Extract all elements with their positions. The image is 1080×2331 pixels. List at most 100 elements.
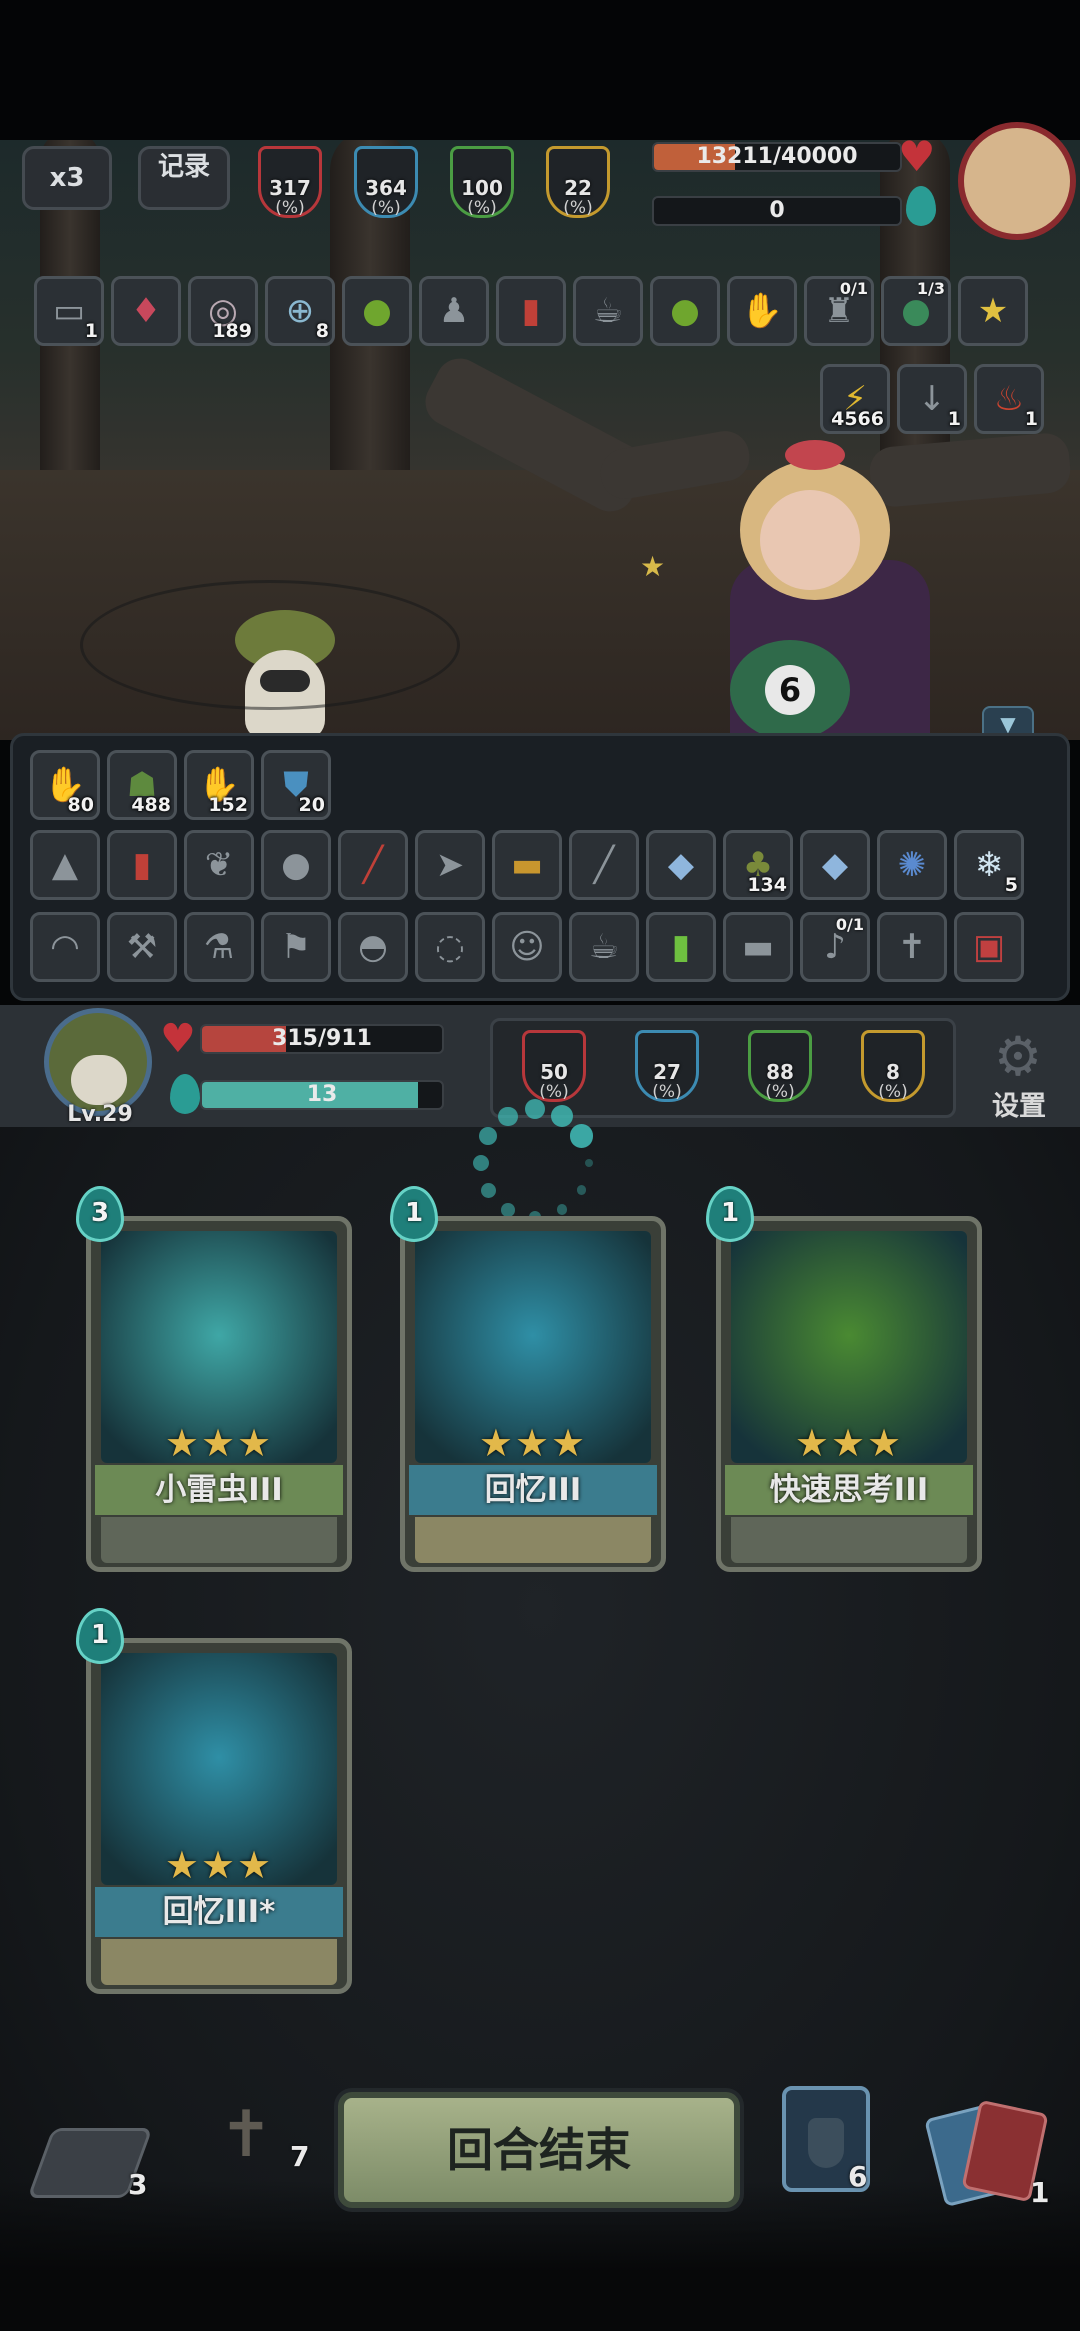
red-book-item[interactable]: ▣ xyxy=(954,912,1024,982)
cross-item[interactable]: ✝ xyxy=(877,912,947,982)
top-black-bar xyxy=(0,0,1080,140)
ice-crystal-icon: ◆ xyxy=(667,845,695,885)
stat-value: 317 xyxy=(269,176,311,200)
swirl-item[interactable]: ◌ xyxy=(415,912,485,982)
down-arrow-item[interactable]: ↓ 1 xyxy=(897,364,967,434)
log-button-label: 记录 xyxy=(157,152,210,182)
player-level: Lv.29 xyxy=(67,1102,133,1127)
teacup-item[interactable]: ☕ xyxy=(569,912,639,982)
axe-item[interactable]: ⚒ xyxy=(107,912,177,982)
billiard-ball-item[interactable]: ● 1/3 xyxy=(881,276,951,346)
stat-unit: (%) xyxy=(878,1082,908,1102)
firecracker-icon: ▮ xyxy=(132,845,152,885)
helmet-item[interactable]: ◓ xyxy=(338,912,408,982)
hand-card[interactable]: ★★★ 小雷虫III xyxy=(86,1216,352,1572)
spiral-item[interactable]: ◎ 189 xyxy=(188,276,258,346)
cards-item[interactable]: ▭ 1 xyxy=(34,276,104,346)
target-item[interactable]: ⊕ 8 xyxy=(265,276,335,346)
red-stick-item[interactable]: ╱ xyxy=(338,830,408,900)
lightning-item[interactable]: ⚡ 4566 xyxy=(820,364,890,434)
doll-item[interactable]: ☺ xyxy=(492,912,562,982)
swamp-item[interactable]: ♣ 134 xyxy=(723,830,793,900)
spinner-dot xyxy=(480,1182,496,1198)
figure-item[interactable]: ♟ xyxy=(419,276,489,346)
item-count: 5 xyxy=(1004,874,1018,896)
wings-icon: ❦ xyxy=(204,845,234,885)
bomb-item[interactable]: ● xyxy=(261,830,331,900)
item-count: 488 xyxy=(131,794,171,816)
end-turn-button[interactable]: 回合结束 xyxy=(338,2092,740,2208)
spinner-dot xyxy=(479,1127,498,1145)
grave-icon[interactable]: ✝ xyxy=(196,2098,296,2188)
gear-icon[interactable]: ⚙ xyxy=(982,1030,1054,1084)
speed-stat[interactable]: 8 (%) xyxy=(857,1030,929,1108)
figure-icon: ♟ xyxy=(438,291,470,331)
card-cost-badge: 1 xyxy=(706,1186,754,1242)
ice-gem-icon: ◆ xyxy=(821,845,849,885)
player-avatar[interactable] xyxy=(44,1008,152,1116)
enemy-witch-sprite[interactable]: 6 xyxy=(690,440,950,740)
snowflake-item[interactable]: ❄ 5 xyxy=(954,830,1024,900)
rice-ball-item[interactable]: ▲ xyxy=(30,830,100,900)
mystery-stat[interactable]: 27 (%) xyxy=(631,1030,703,1108)
star-item[interactable]: ★ xyxy=(958,276,1028,346)
ice-crystal-item[interactable]: ◆ xyxy=(646,830,716,900)
flame-drop-item[interactable]: ♨ 1 xyxy=(974,364,1044,434)
glove-icon: ✋ xyxy=(740,291,784,331)
spinner-dot xyxy=(570,1124,594,1148)
green-orb-item[interactable]: ● xyxy=(342,276,412,346)
green-slime-item[interactable]: ● xyxy=(650,276,720,346)
speed-stat[interactable]: 22 (%) xyxy=(542,146,614,224)
dark-hand-item[interactable]: ✋ 80 xyxy=(30,750,100,820)
log-button[interactable]: 记录 xyxy=(138,146,230,210)
defense-stat[interactable]: 100 (%) xyxy=(446,146,518,224)
item-count: 1 xyxy=(1024,408,1038,430)
card-type-bar xyxy=(101,1517,337,1563)
purple-hand-item[interactable]: ✋ 152 xyxy=(184,750,254,820)
firecracker-item[interactable]: ▮ xyxy=(496,276,566,346)
battle-scene: 6 ★ ▼ xyxy=(0,140,1080,740)
spinner-dot xyxy=(556,1204,568,1216)
runner-item[interactable]: ⚑ xyxy=(261,912,331,982)
storm-item[interactable]: ✺ xyxy=(877,830,947,900)
attack-stat[interactable]: 50 (%) xyxy=(518,1030,590,1108)
defense-stat[interactable]: 88 (%) xyxy=(744,1030,816,1108)
teacup-item[interactable]: ☕ xyxy=(573,276,643,346)
firecracker-icon: ▮ xyxy=(521,291,541,331)
enemy-mana-text: 0 xyxy=(769,198,785,223)
speed-button[interactable]: x3 xyxy=(22,146,112,210)
ice-gem-item[interactable]: ◆ xyxy=(800,830,870,900)
lantern-item[interactable]: ♜ 0/1 xyxy=(804,276,874,346)
card-cost-badge: 3 xyxy=(76,1186,124,1242)
bomb-icon: ● xyxy=(281,845,311,885)
hand-card[interactable]: ★★★ 回忆III xyxy=(400,1216,666,1572)
firecracker-item[interactable]: ▮ xyxy=(107,830,177,900)
crystal-heart-item[interactable]: ♦ xyxy=(111,276,181,346)
hand-card[interactable]: ★★★ 回忆III* xyxy=(86,1638,352,1994)
green-potion-item[interactable]: ▮ xyxy=(646,912,716,982)
storm-icon: ✺ xyxy=(897,845,927,885)
bone-item[interactable]: ╱ xyxy=(569,830,639,900)
spinner-dot xyxy=(585,1159,593,1167)
axe-icon: ⚒ xyxy=(126,927,158,967)
green-ghost-item[interactable]: ☗ 488 xyxy=(107,750,177,820)
wreath-item[interactable]: ◠ xyxy=(30,912,100,982)
rattle-item[interactable]: ♪ 0/1 xyxy=(800,912,870,982)
wings-item[interactable]: ❦ xyxy=(184,830,254,900)
log-item[interactable]: ▬ xyxy=(723,912,793,982)
enemy-portrait-avatar[interactable] xyxy=(958,122,1076,240)
fish-item[interactable]: ➤ xyxy=(415,830,485,900)
hand-card[interactable]: ★★★ 快速思考III xyxy=(716,1216,982,1572)
mystery-stat[interactable]: 364 (%) xyxy=(350,146,422,224)
bread-item[interactable]: ▬ xyxy=(492,830,562,900)
green-potion-icon: ▮ xyxy=(671,927,691,967)
attack-stat[interactable]: 317 (%) xyxy=(254,146,326,224)
spinner-dot xyxy=(498,1106,518,1126)
card-name: 回忆III xyxy=(409,1465,657,1515)
glove-item[interactable]: ✋ xyxy=(727,276,797,346)
shield-item[interactable]: ⛊ 20 xyxy=(261,750,331,820)
crystal-heart-icon: ♦ xyxy=(130,291,162,331)
settings-label[interactable]: 设置 xyxy=(974,1084,1064,1123)
potions-item[interactable]: ⚗ xyxy=(184,912,254,982)
helmet-icon: ◓ xyxy=(358,927,388,967)
